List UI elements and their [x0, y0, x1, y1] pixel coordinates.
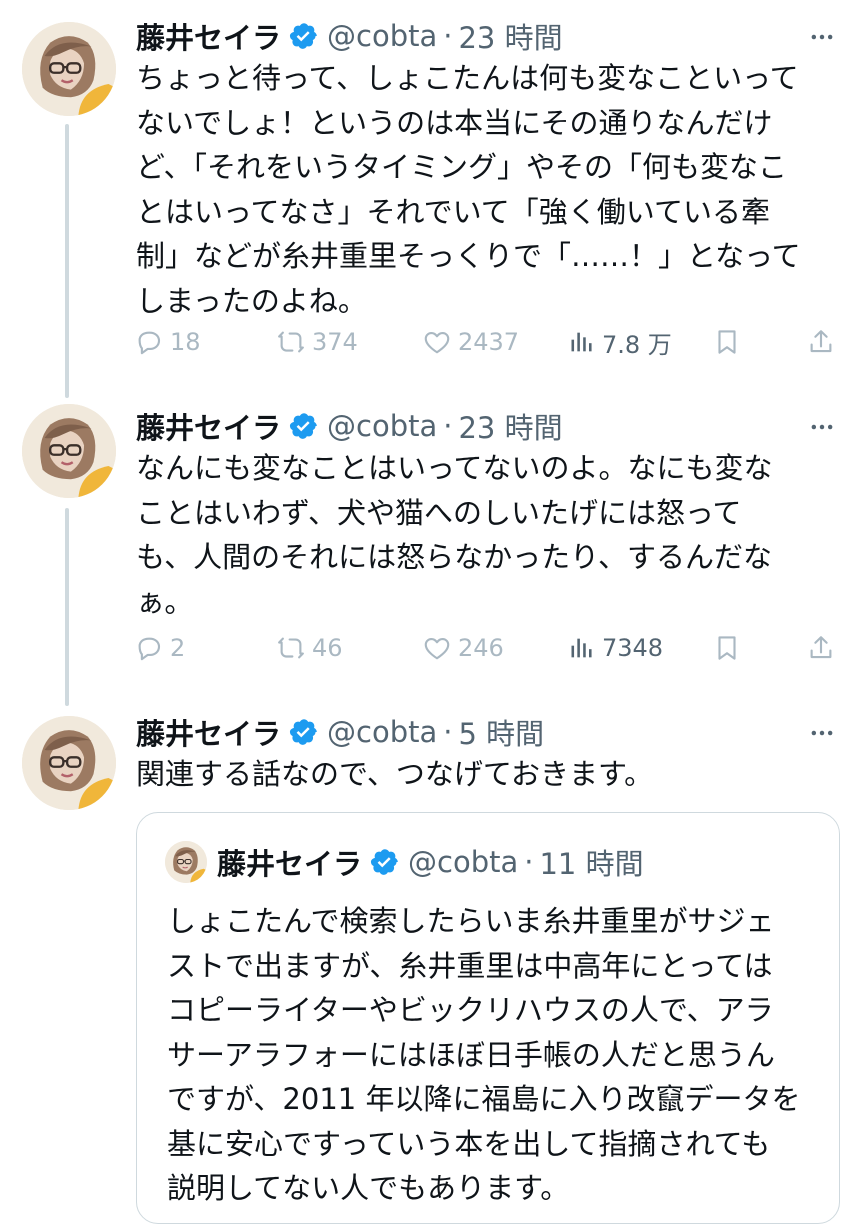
bookmark-button[interactable] [712, 322, 748, 362]
text-line: 制」などが糸井重里そっくりで「……！」となって [136, 239, 801, 273]
action-bar: 18 374 2437 7.8 万 [134, 322, 844, 362]
quoted-tweet-header: 藤井セイラ @cobta · 11 時間 [217, 841, 644, 883]
text-line: 基に安心ですっていう本を出して指摘されても [167, 1126, 771, 1161]
text-line: ぁ。 [136, 584, 194, 619]
text-line: ストで出ますが、糸井重里は中高年にとっては [167, 948, 773, 983]
user-handle[interactable]: @cobta [327, 715, 437, 749]
text-line: 説明してない人でもあります。 [167, 1171, 570, 1205]
action-bar: 2 46 246 7348 [134, 628, 844, 668]
views-button[interactable]: 7.8 万 [568, 322, 672, 362]
avatar[interactable] [165, 841, 207, 883]
retweet-icon [276, 633, 306, 663]
tweet-text: 関連する話なので、つなげておきます。 [136, 752, 836, 797]
text-line: ちょっと待って、しょこたんは何も変なこといって [136, 61, 799, 95]
share-icon [806, 327, 836, 357]
quoted-tweet-text: しょこたんで検索したらいま糸井重里がサジェ ストで出ますが、糸井重里は中高年にと… [167, 899, 817, 1211]
like-button[interactable]: 246 [422, 628, 504, 668]
share-button[interactable] [806, 322, 842, 362]
retweet-button[interactable]: 374 [276, 322, 358, 362]
avatar[interactable] [22, 716, 116, 810]
views-count: 7348 [602, 634, 664, 662]
bookmark-button[interactable] [712, 628, 748, 668]
text-line: しまったのよね。 [136, 283, 367, 318]
retweet-icon [276, 327, 306, 357]
timestamp[interactable]: 23 時間 [458, 405, 562, 447]
tweet-header: 藤井セイラ @cobta · 5 時間 [136, 712, 544, 752]
display-name[interactable]: 藤井セイラ [217, 841, 362, 883]
timestamp[interactable]: 23 時間 [458, 15, 562, 57]
more-icon[interactable] [807, 718, 837, 748]
tweet-text: ちょっと待って、しょこたんは何も変なこといって ないでしょ！というのは本当にその… [136, 56, 836, 323]
tweet-text: なんにも変なことはいってないのよ。なにも変な ことはいわず、犬や猫へのしいたげに… [136, 446, 836, 624]
like-count: 246 [458, 634, 504, 662]
user-handle[interactable]: @cobta [327, 409, 437, 443]
display-name[interactable]: 藤井セイラ [136, 711, 281, 753]
like-count: 2437 [458, 328, 520, 356]
user-handle[interactable]: @cobta [408, 845, 518, 879]
text-line: コピーライターやビックリハウスの人で、アラ [167, 993, 774, 1027]
separator-dot: · [524, 845, 534, 879]
reply-count: 2 [170, 634, 186, 662]
verified-badge-icon [289, 411, 319, 441]
tweet-header: 藤井セイラ @cobta · 23 時間 [136, 406, 563, 446]
timestamp[interactable]: 11 時間 [539, 841, 643, 883]
quoted-tweet[interactable]: 藤井セイラ @cobta · 11 時間 しょこたんで検索したらいま糸井重里がサ… [136, 812, 840, 1224]
avatar[interactable] [22, 22, 116, 116]
text-line: サーアラフォーにはほぼ日手帳の人だと思うん [167, 1037, 775, 1072]
tweet-header: 藤井セイラ @cobta · 23 時間 [136, 16, 563, 56]
text-line: ことはいわず、犬や猫へのしいたげには怒って [136, 495, 742, 530]
separator-dot: · [443, 409, 453, 443]
bookmark-icon [712, 633, 742, 663]
more-icon[interactable] [807, 412, 837, 442]
tweet-1[interactable]: 藤井セイラ @cobta · 23 時間 ちょっと待って、しょこたんは何も変なこ… [0, 0, 861, 400]
text-line: ないでしょ！というのは本当にその通りなんだけ [136, 105, 773, 140]
retweet-button[interactable]: 46 [276, 628, 343, 668]
reply-button[interactable]: 18 [134, 322, 201, 362]
verified-badge-icon [289, 717, 319, 747]
reply-icon [134, 327, 164, 357]
share-button[interactable] [806, 628, 842, 668]
user-handle[interactable]: @cobta [327, 19, 437, 53]
separator-dot: · [443, 19, 453, 53]
retweet-count: 46 [312, 634, 343, 662]
views-count: 7.8 万 [602, 330, 672, 359]
text-line: も、人間のそれには怒らなかったり、するんだな [136, 540, 772, 574]
text-line: ど、「それをいうタイミング」やその「何も変なこ [136, 150, 788, 184]
retweet-count: 374 [312, 328, 358, 356]
timestamp[interactable]: 5 時間 [458, 711, 544, 753]
share-icon [806, 633, 836, 663]
separator-dot: · [443, 715, 453, 749]
like-icon [422, 327, 452, 357]
display-name[interactable]: 藤井セイラ [136, 15, 281, 57]
views-button[interactable]: 7348 [568, 628, 663, 668]
like-icon [422, 633, 452, 663]
display-name[interactable]: 藤井セイラ [136, 405, 281, 447]
text-line: しょこたんで検索したらいま糸井重里がサジェ [167, 904, 775, 938]
reply-count: 18 [170, 328, 201, 356]
bookmark-icon [712, 327, 742, 357]
reply-icon [134, 633, 164, 663]
like-button[interactable]: 2437 [422, 322, 519, 362]
text-line: とはいってなさ」それでいて「強く働いている牽 [136, 194, 770, 229]
views-icon [568, 328, 596, 356]
text-line: ですが、2011 年以降に福島に入り改竄データを [167, 1082, 801, 1116]
views-icon [568, 634, 596, 662]
more-icon[interactable] [807, 22, 837, 52]
verified-badge-icon [370, 847, 400, 877]
verified-badge-icon [289, 21, 319, 51]
tweet-2[interactable]: 藤井セイラ @cobta · 23 時間 なんにも変なことはいってないのよ。なに… [0, 404, 861, 704]
avatar[interactable] [22, 404, 116, 498]
text-line: 関連する話なので、つなげておきます。 [136, 757, 654, 791]
text-line: なんにも変なことはいってないのよ。なにも変な [136, 451, 773, 485]
reply-button[interactable]: 2 [134, 628, 185, 668]
